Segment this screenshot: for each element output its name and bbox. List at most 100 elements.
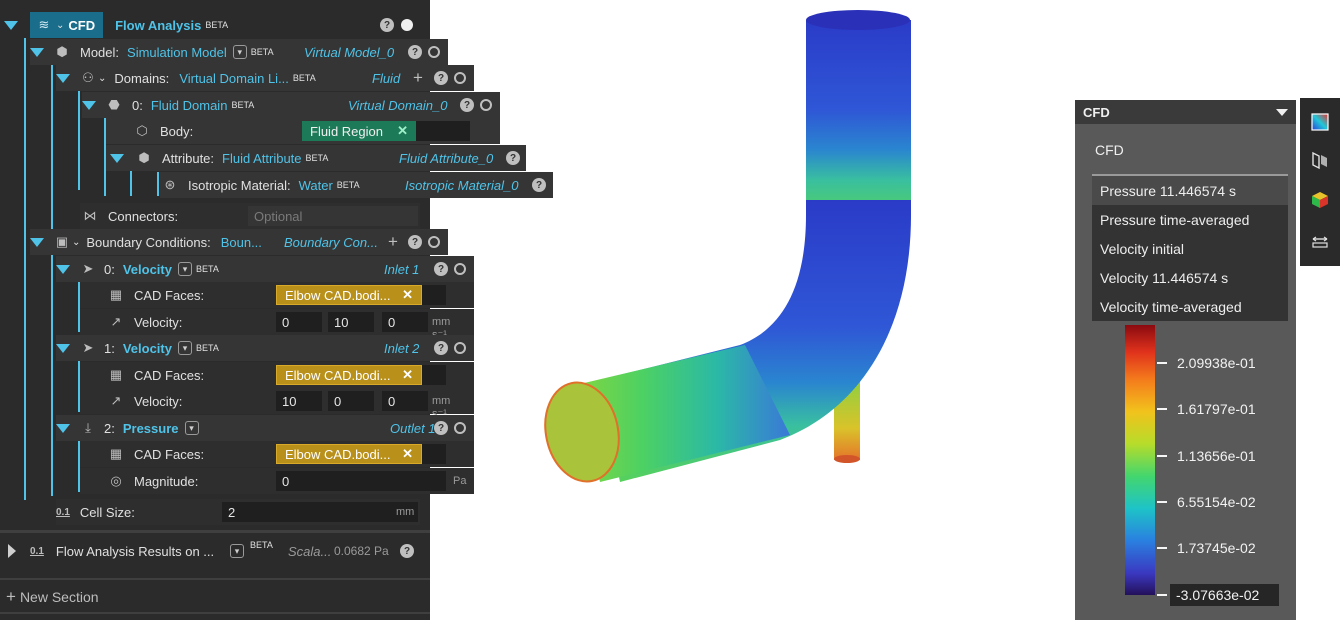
velocity-z-input[interactable]: 0 bbox=[382, 312, 428, 332]
collapse-triangle-icon[interactable] bbox=[30, 237, 44, 247]
status-dot-icon[interactable] bbox=[401, 19, 413, 31]
bc-type-dropdown-chevron-icon[interactable]: ▾ bbox=[184, 421, 199, 435]
model-value[interactable]: Simulation Model bbox=[127, 45, 227, 60]
bc-type-value[interactable]: Velocity bbox=[123, 262, 172, 277]
results-dropdown-chevron-icon[interactable]: ▾ bbox=[230, 544, 244, 558]
help-icon[interactable]: ? bbox=[400, 544, 414, 558]
bc-index: 0: bbox=[104, 261, 115, 277]
legend-header[interactable]: CFD bbox=[1075, 100, 1296, 124]
help-icon[interactable]: ? bbox=[408, 45, 422, 59]
boundary-conditions-row[interactable]: ▣ ⌄ Boundary Conditions: Boun... Boundar… bbox=[30, 229, 448, 255]
cube-view-icon[interactable] bbox=[1310, 190, 1330, 210]
beta-badge: BETA bbox=[250, 540, 273, 550]
bc-type-dropdown-chevron-icon[interactable]: ▾ bbox=[177, 262, 192, 276]
collapse-triangle-icon[interactable] bbox=[56, 423, 70, 433]
material-label: Isotropic Material: bbox=[188, 177, 291, 193]
model-row[interactable]: ⬢ Model: Simulation Model ▾ BETA Virtual… bbox=[30, 39, 448, 65]
color-bar-min-value[interactable]: -3.07663e-02 bbox=[1170, 584, 1279, 606]
collapse-triangle-icon[interactable] bbox=[56, 343, 70, 353]
collapse-triangle-icon[interactable] bbox=[110, 153, 124, 163]
menu-item-velocity-time[interactable]: Velocity 11.446574 s bbox=[1092, 263, 1288, 292]
menu-item-velocity-averaged[interactable]: Velocity time-averaged bbox=[1092, 292, 1288, 321]
cell-size-input[interactable]: 2 bbox=[222, 502, 418, 522]
bc0-cad-faces-chip[interactable]: Elbow CAD.bodi... ✕ bbox=[276, 285, 422, 305]
bc-type-value[interactable]: Velocity bbox=[123, 341, 172, 356]
domains-value[interactable]: Virtual Domain Li... bbox=[179, 71, 289, 86]
domains-row[interactable]: ⚇ ⌄ Domains: Virtual Domain Li... BETA F… bbox=[56, 65, 474, 91]
bc-pressure-2-row[interactable]: ⤓ 2: Pressure ▾ Outlet 1 ? bbox=[56, 415, 474, 441]
tree-guide-line bbox=[78, 90, 80, 190]
cad-faces-chip-label: Elbow CAD.bodi... bbox=[285, 287, 391, 303]
color-map-icon[interactable] bbox=[1310, 112, 1330, 132]
cfd-tag[interactable]: ≋ ⌄ CFD bbox=[30, 12, 104, 38]
remove-chip-icon[interactable]: ✕ bbox=[397, 123, 408, 139]
remove-chip-icon[interactable]: ✕ bbox=[402, 446, 413, 462]
magnitude-input[interactable]: 0 bbox=[276, 471, 446, 491]
tree-guide-line bbox=[24, 38, 26, 500]
expand-triangle-icon[interactable] bbox=[8, 544, 16, 558]
collapse-triangle-icon[interactable] bbox=[56, 264, 70, 274]
attribute-icon: ⬢ bbox=[138, 150, 150, 165]
remove-chip-icon[interactable]: ✕ bbox=[402, 367, 413, 383]
measure-icon[interactable] bbox=[1310, 230, 1330, 250]
beta-badge: BETA bbox=[250, 47, 274, 57]
feature-tree-panel: ≋ ⌄ CFD Flow Analysis BETA ? ⬢ Model: Si… bbox=[0, 0, 553, 620]
collapse-triangle-icon[interactable] bbox=[82, 100, 96, 110]
bc-velocity-1-row[interactable]: ➤ 1: Velocity ▾ BETA Inlet 2 ? bbox=[56, 335, 474, 361]
menu-item-velocity-initial[interactable]: Velocity initial bbox=[1092, 234, 1288, 263]
legend-title: CFD bbox=[1083, 104, 1110, 120]
velocity-y-input[interactable]: 10 bbox=[328, 312, 374, 332]
boundary-value[interactable]: Boun... bbox=[221, 235, 262, 250]
collapse-triangle-icon[interactable] bbox=[4, 20, 18, 30]
menu-item-pressure-time[interactable]: Pressure 11.446574 s bbox=[1092, 176, 1288, 205]
model-dropdown-chevron-icon[interactable]: ▾ bbox=[232, 45, 247, 59]
boundary-label: Boundary Conditions: bbox=[86, 234, 211, 250]
help-icon[interactable]: ? bbox=[408, 235, 422, 249]
cfd-tag-label: CFD bbox=[68, 17, 96, 33]
attribute-label: Attribute: bbox=[162, 150, 215, 166]
flow-analysis-results-row[interactable]: 0.1 Flow Analysis Results on ... ▾ BETA … bbox=[0, 538, 430, 564]
beta-badge: BETA bbox=[292, 73, 316, 83]
results-ref: Scala... bbox=[288, 543, 332, 559]
collapse-triangle-icon[interactable] bbox=[30, 47, 44, 57]
results-value: 0.0682 Pa bbox=[334, 544, 389, 558]
color-bar-tick bbox=[1157, 501, 1167, 503]
bc-ref: Outlet 1 bbox=[390, 420, 436, 436]
color-bar-tick bbox=[1157, 455, 1167, 457]
bc2-cad-faces-chip[interactable]: Elbow CAD.bodi... ✕ bbox=[276, 444, 422, 464]
new-section-button[interactable]: + New Section bbox=[0, 584, 430, 610]
velocity-arrow-icon: ↗ bbox=[110, 314, 122, 329]
collapse-triangle-icon[interactable] bbox=[56, 73, 70, 83]
velocity-y-input[interactable]: 0 bbox=[328, 391, 374, 411]
velocity-x-input[interactable]: 0 bbox=[276, 312, 322, 332]
beta-badge: BETA bbox=[305, 153, 329, 163]
body-label: Body: bbox=[160, 123, 194, 139]
velocity-bc-icon: ➤ bbox=[82, 261, 94, 276]
bc-index: 1: bbox=[104, 340, 115, 356]
bc1-cad-faces-chip[interactable]: Elbow CAD.bodi... ✕ bbox=[276, 365, 422, 385]
fluid-domain-value[interactable]: Fluid Domain bbox=[151, 98, 228, 113]
flow-analysis-row[interactable]: ≋ ⌄ CFD Flow Analysis BETA ? bbox=[0, 12, 420, 38]
velocity-z-input[interactable]: 0 bbox=[382, 391, 428, 411]
section-view-icon[interactable] bbox=[1310, 150, 1330, 170]
material-icon: ⊛ bbox=[164, 177, 176, 192]
attribute-value[interactable]: Fluid Attribute bbox=[222, 151, 302, 166]
parameter-icon: 0.1 bbox=[56, 506, 70, 518]
beta-badge: BETA bbox=[205, 20, 229, 30]
result-dropdown-menu[interactable]: Pressure 11.446574 s Pressure time-avera… bbox=[1092, 176, 1288, 321]
color-bar-tick bbox=[1157, 594, 1167, 596]
menu-item-pressure-averaged[interactable]: Pressure time-averaged bbox=[1092, 205, 1288, 234]
velocity-x-input[interactable]: 10 bbox=[276, 391, 322, 411]
remove-chip-icon[interactable]: ✕ bbox=[402, 287, 413, 303]
help-icon[interactable]: ? bbox=[380, 18, 394, 32]
add-icon[interactable]: + bbox=[388, 233, 398, 250]
material-value[interactable]: Water bbox=[299, 178, 333, 193]
bc-type-value[interactable]: Pressure bbox=[123, 421, 179, 436]
3d-viewport[interactable] bbox=[430, 0, 1070, 620]
caret-down-icon[interactable] bbox=[1276, 108, 1288, 116]
bc-type-dropdown-chevron-icon[interactable]: ▾ bbox=[177, 341, 192, 355]
bc-velocity-0-row[interactable]: ➤ 0: Velocity ▾ BETA Inlet 1 ? bbox=[56, 256, 474, 282]
fluid-region-chip[interactable]: Fluid Region ✕ bbox=[302, 121, 416, 141]
add-icon[interactable]: + bbox=[413, 69, 423, 86]
connectors-input[interactable]: Optional bbox=[248, 206, 418, 226]
